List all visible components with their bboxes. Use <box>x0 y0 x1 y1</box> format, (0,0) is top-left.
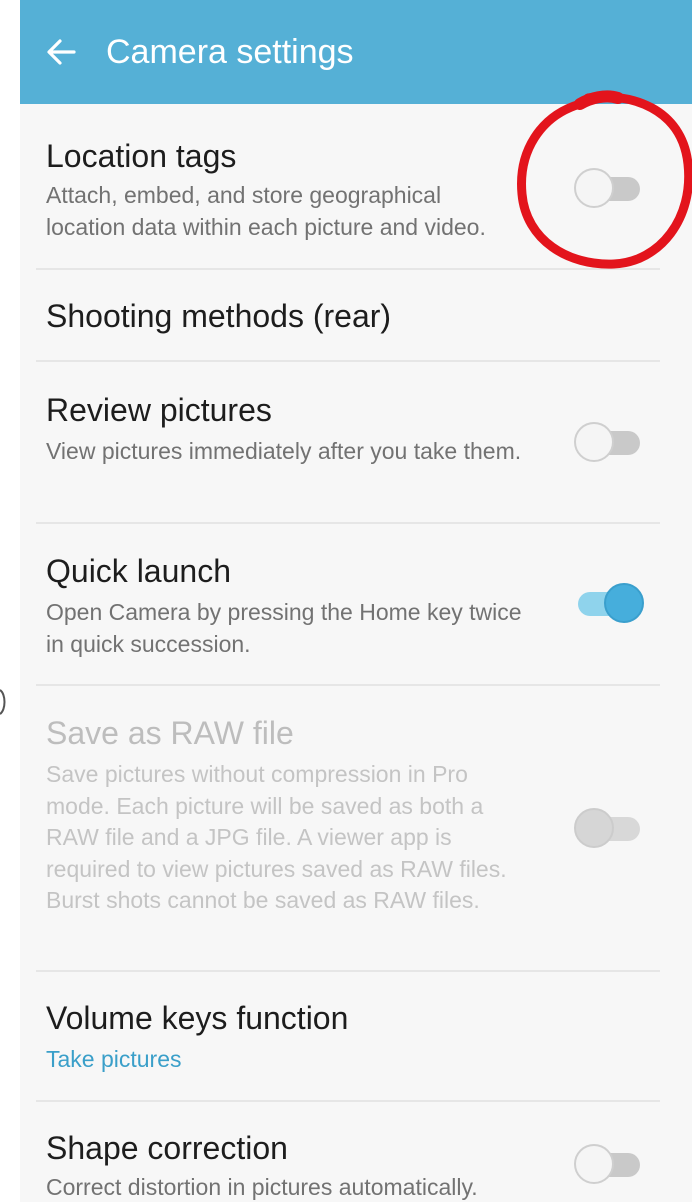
setting-description: Open Camera by pressing the Home key twi… <box>46 599 522 657</box>
toggle-thumb <box>574 168 614 208</box>
setting-review-pictures[interactable]: Review pictures View pictures immediatel… <box>20 362 692 522</box>
setting-description: View pictures immediately after you take… <box>46 438 522 464</box>
setting-title: Save as RAW file <box>46 715 294 751</box>
toggle-thumb <box>574 808 614 848</box>
shape-correction-toggle[interactable] <box>574 1142 646 1186</box>
setting-shape-correction[interactable]: Shape correction Correct distortion in p… <box>20 1102 692 1202</box>
review-pictures-toggle[interactable] <box>574 420 646 464</box>
setting-title: Volume keys function <box>46 1000 349 1036</box>
app-bar: Camera settings <box>20 0 692 104</box>
setting-save-as-raw: Save as RAW file Save pictures without c… <box>20 686 692 970</box>
toggle-thumb <box>604 583 644 623</box>
setting-description: Save pictures without compression in Pro… <box>46 761 507 913</box>
toggle-thumb <box>574 1144 614 1184</box>
toggle-thumb <box>574 422 614 462</box>
setting-title: Location tags <box>46 138 237 174</box>
setting-description: Correct distortion in pictures automatic… <box>46 1174 478 1200</box>
setting-description: Attach, embed, and store geographical lo… <box>46 182 486 240</box>
location-tags-toggle[interactable] <box>574 166 646 210</box>
setting-title: Shape correction <box>46 1130 288 1166</box>
setting-volume-keys-function[interactable]: Volume keys function Take pictures <box>20 972 692 1100</box>
setting-quick-launch[interactable]: Quick launch Open Camera by pressing the… <box>20 524 692 684</box>
setting-shooting-methods[interactable]: Shooting methods (rear) <box>20 270 692 360</box>
setting-value: Take pictures <box>46 1046 182 1072</box>
edge-mark <box>0 689 6 715</box>
camera-settings-screen: Camera settings Location tags Attach, em… <box>20 0 692 1202</box>
arrow-left-icon[interactable] <box>44 35 78 69</box>
page-title: Camera settings <box>106 33 354 71</box>
setting-location-tags[interactable]: Location tags Attach, embed, and store g… <box>20 104 692 268</box>
save-as-raw-toggle <box>574 806 646 850</box>
setting-title: Review pictures <box>46 392 272 428</box>
setting-title: Shooting methods (rear) <box>46 298 392 334</box>
setting-title: Quick launch <box>46 553 231 589</box>
quick-launch-toggle[interactable] <box>574 581 646 625</box>
